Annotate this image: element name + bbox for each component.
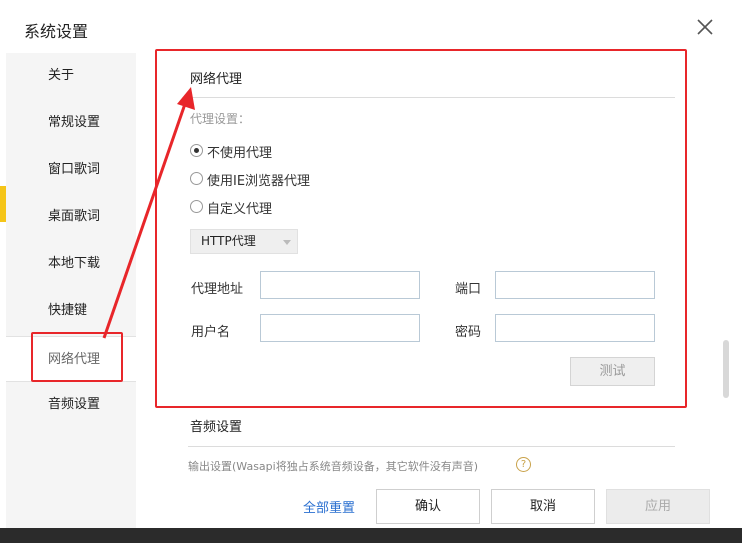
annotation-box-proxy-panel	[155, 49, 687, 408]
background-app-bar	[0, 528, 742, 543]
sidebar-item-about[interactable]: 关于	[6, 53, 136, 99]
audio-divider	[188, 446, 675, 447]
cancel-button[interactable]: 取消	[491, 489, 595, 524]
dialog-title: 系统设置	[24, 22, 89, 41]
help-icon[interactable]: ?	[516, 457, 531, 472]
sidebar-item-local-download[interactable]: 本地下载	[6, 241, 136, 287]
settings-sidebar: 关于 常规设置 窗口歌词 桌面歌词 本地下载 快捷键 网络代理 音频设置	[6, 53, 136, 528]
apply-button[interactable]: 应用	[606, 489, 710, 524]
content-scrollbar[interactable]	[723, 340, 729, 398]
sidebar-item-general[interactable]: 常规设置	[6, 100, 136, 146]
confirm-button[interactable]: 确认	[376, 489, 480, 524]
annotation-box-sidebar-item	[31, 332, 123, 382]
sidebar-item-shortcuts[interactable]: 快捷键	[6, 288, 136, 334]
sidebar-item-desktop-lyrics[interactable]: 桌面歌词	[6, 194, 136, 240]
close-icon[interactable]	[696, 18, 714, 36]
audio-section-title: 音频设置	[190, 420, 243, 435]
sidebar-item-audio[interactable]: 音频设置	[6, 382, 136, 428]
background-app-edge	[728, 0, 742, 543]
audio-output-description: 输出设置(Wasapi将独占系统音频设备，其它软件没有声音)	[188, 460, 479, 473]
reset-all-link[interactable]: 全部重置	[303, 497, 355, 516]
sidebar-item-window-lyrics[interactable]: 窗口歌词	[6, 147, 136, 193]
